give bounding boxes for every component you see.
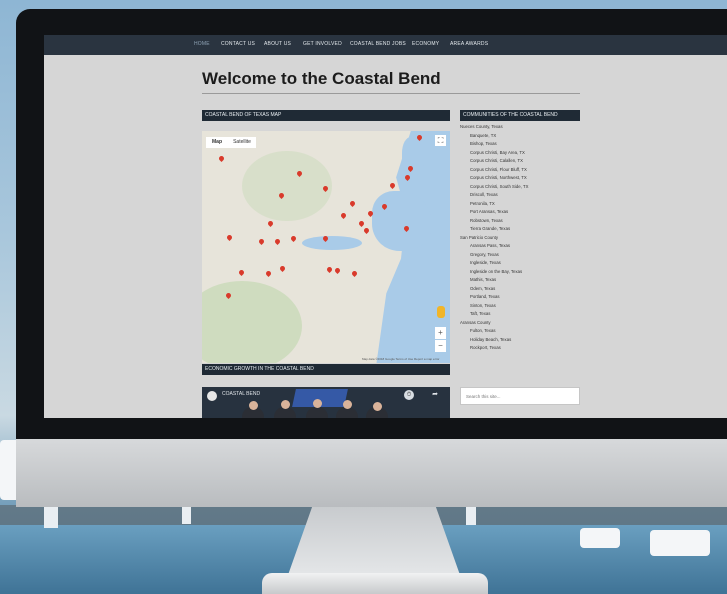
community-link[interactable]: Fulton, Texas [460, 327, 580, 336]
community-link[interactable]: Corpus Christi, South Side, TX [460, 183, 580, 192]
map-pin-icon[interactable] [289, 234, 298, 243]
community-link[interactable]: Sinton, Texas [460, 302, 580, 311]
community-link[interactable]: Petronila, TX [460, 200, 580, 209]
search-input[interactable]: Search this site... [460, 387, 580, 405]
nav-contact-us[interactable]: CONTACT US [221, 41, 255, 47]
map-terrain [242, 151, 332, 221]
community-link[interactable]: Corpus Christi, Flour Bluff, TX [460, 166, 580, 175]
fullscreen-icon[interactable]: ⛶ [435, 135, 446, 146]
nav-get-involved[interactable]: GET INVOLVED [303, 41, 342, 47]
county-label[interactable]: Aransas County [460, 319, 580, 328]
channel-avatar-icon [207, 391, 217, 401]
map-section-header: COASTAL BEND OF TEXAS MAP [202, 110, 450, 121]
communities-list: Nueces County, Texas Banquete, TX Bishop… [460, 123, 580, 353]
community-link[interactable]: Rockport, Texas [460, 344, 580, 353]
community-link[interactable]: Port Aransas, Texas [460, 208, 580, 217]
pegman-icon[interactable] [437, 306, 445, 318]
video-person [306, 407, 328, 418]
map-pin-icon[interactable] [266, 219, 275, 228]
video-face [249, 401, 258, 410]
map-pin-icon[interactable] [348, 199, 357, 208]
map-pin-icon[interactable] [278, 264, 287, 273]
video-section-header: ECONOMIC GROWTH IN THE COASTAL BEND [202, 364, 450, 375]
nav-area-awards[interactable]: AREA AWARDS [450, 41, 488, 47]
community-link[interactable]: Corpus Christi, Bay Area, TX [460, 149, 580, 158]
map-embed[interactable]: Map Satellite ⛶ + − Map data ©2018 Googl… [202, 131, 450, 363]
community-link[interactable]: Holiday Beach, Texas [460, 336, 580, 345]
community-link[interactable]: Aransas Pass, Texas [460, 242, 580, 251]
video-face [343, 400, 352, 409]
zoom-out-button[interactable]: − [435, 340, 446, 352]
community-link[interactable]: Tierra Grande, Texas [460, 225, 580, 234]
video-embed[interactable]: COASTAL BEND ⏱ ➦ [202, 387, 450, 418]
map-pin-icon[interactable] [325, 265, 334, 274]
monitor-stand [288, 507, 460, 575]
zoom-in-button[interactable]: + [435, 327, 446, 339]
monitor-foot [262, 573, 488, 594]
county-label[interactable]: Nueces County, Texas [460, 123, 580, 132]
map-pin-icon[interactable] [217, 154, 226, 163]
monitor: HOME CONTACT US ABOUT US GET INVOLVED CO… [16, 9, 727, 439]
nav-home[interactable]: HOME [194, 41, 210, 47]
community-link[interactable]: Corpus Christi, Calallen, TX [460, 157, 580, 166]
community-link[interactable]: Driscoll, Texas [460, 191, 580, 200]
nav-bar: HOME CONTACT US ABOUT US GET INVOLVED CO… [44, 35, 727, 55]
communities-header: COMMUNITIES OF THE COASTAL BEND [460, 110, 580, 121]
community-link[interactable]: Ingleside on the Bay, Texas [460, 268, 580, 277]
map-pin-icon[interactable] [273, 237, 282, 246]
community-link[interactable]: Portland, Texas [460, 293, 580, 302]
watch-later-icon[interactable]: ⏱ [404, 390, 414, 400]
map-tab-map[interactable]: Map [206, 137, 228, 148]
monitor-chin [16, 439, 727, 507]
map-pin-icon[interactable] [257, 237, 266, 246]
map-pin-icon[interactable] [237, 268, 246, 277]
community-link[interactable]: Odem, Texas [460, 285, 580, 294]
community-link[interactable]: Bishop, Texas [460, 140, 580, 149]
map-tab-satellite[interactable]: Satellite [228, 137, 256, 148]
map-bay [302, 236, 362, 250]
map-pin-icon[interactable] [388, 181, 397, 190]
county-label[interactable]: San Patricio County [460, 234, 580, 243]
community-link[interactable]: Mathis, Texas [460, 276, 580, 285]
map-pin-icon[interactable] [333, 266, 342, 275]
share-icon[interactable]: ➦ [430, 390, 440, 400]
community-link[interactable]: Banquete, TX [460, 132, 580, 141]
video-face [313, 399, 322, 408]
nav-coastal-bend-jobs[interactable]: COASTAL BEND JOBS [350, 41, 406, 47]
community-link[interactable]: Gregory, Texas [460, 251, 580, 260]
video-face [373, 402, 382, 411]
map-pin-icon[interactable] [225, 233, 234, 242]
community-link[interactable]: Ingleside, Texas [460, 259, 580, 268]
map-pin-icon[interactable] [264, 269, 273, 278]
video-face [281, 400, 290, 409]
nav-about-us[interactable]: ABOUT US [264, 41, 291, 47]
map-pin-icon[interactable] [350, 269, 359, 278]
community-link[interactable]: Corpus Christi, Northwest, TX [460, 174, 580, 183]
title-divider [202, 93, 580, 94]
map-pin-icon[interactable] [339, 211, 348, 220]
boat [580, 528, 620, 548]
map-terrain [202, 281, 302, 363]
map-attribution: Map data ©2018 Google Terms of Use Repor… [362, 357, 440, 361]
map-pin-icon[interactable] [362, 226, 371, 235]
community-link[interactable]: Taft, Texas [460, 310, 580, 319]
browser-screen: HOME CONTACT US ABOUT US GET INVOLVED CO… [44, 35, 727, 418]
page-title: Welcome to the Coastal Bend [202, 69, 441, 88]
nav-economy[interactable]: ECONOMY [412, 41, 439, 47]
map-pin-icon[interactable] [357, 219, 366, 228]
boat [650, 530, 710, 556]
video-title[interactable]: COASTAL BEND [222, 391, 260, 397]
community-link[interactable]: Robstown, Texas [460, 217, 580, 226]
map-bay [402, 137, 424, 177]
